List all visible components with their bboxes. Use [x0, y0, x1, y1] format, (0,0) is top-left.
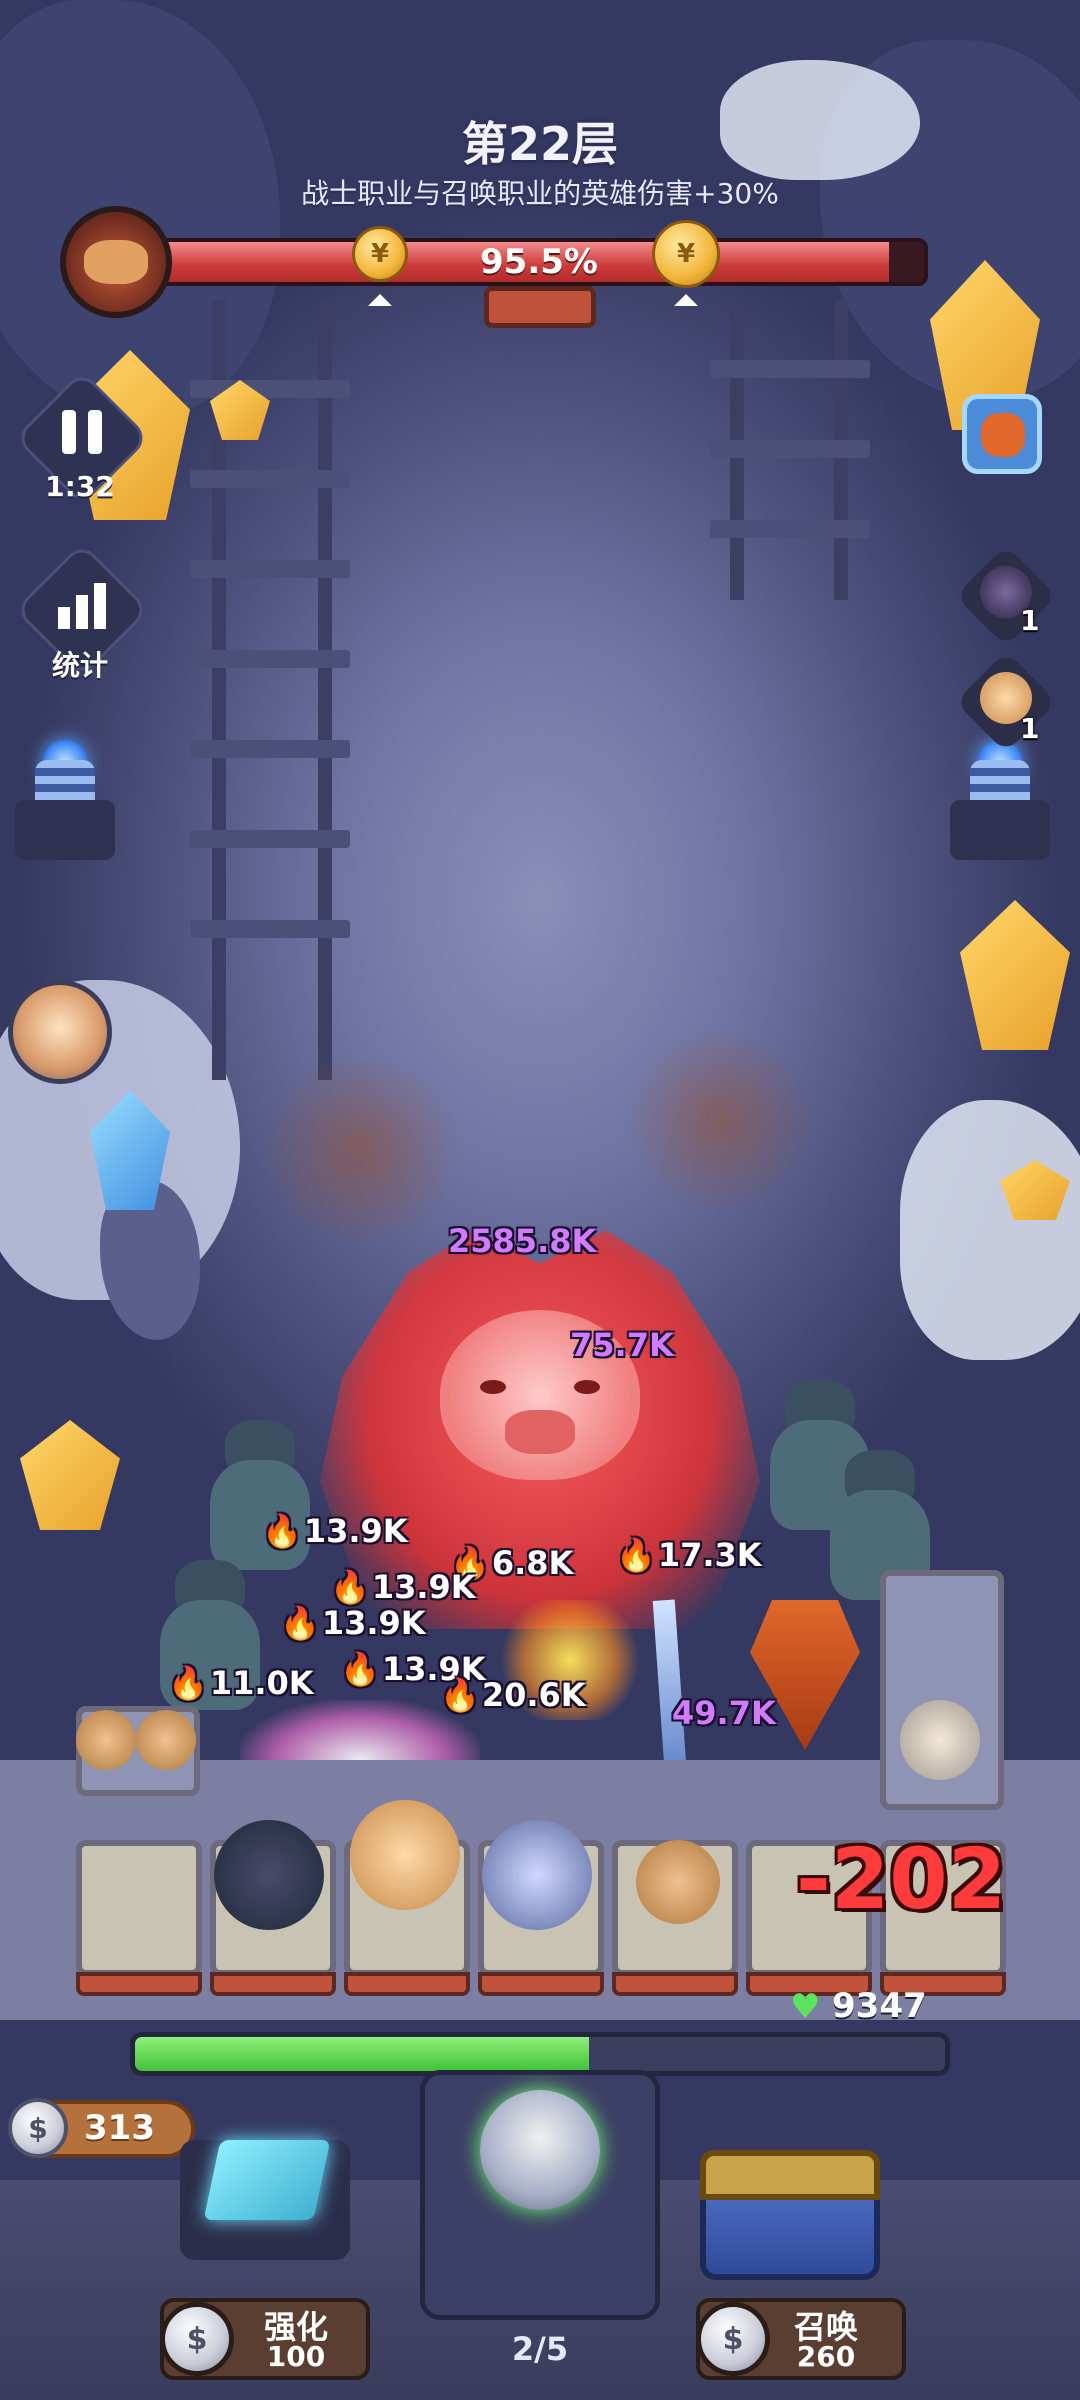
rail-tie — [190, 740, 350, 758]
level-title: 第22层 — [461, 117, 618, 171]
next-boss-icon[interactable] — [962, 394, 1042, 474]
rail-tie — [190, 380, 350, 398]
milestone-marker-icon — [368, 294, 392, 306]
rail-tie — [710, 520, 870, 538]
fire-icon: 🔥 — [262, 1512, 302, 1550]
summon-cost: 260 — [796, 2340, 856, 2373]
fire-icon: 🔥 — [330, 1568, 370, 1606]
gold-crystal — [20, 1420, 120, 1530]
stats-button[interactable] — [34, 558, 130, 654]
damage-number: 🔥13.9K — [280, 1604, 426, 1642]
heart-icon: ♥ — [790, 1987, 821, 2027]
hero-bear — [636, 1840, 720, 1924]
helper-avatar[interactable] — [8, 980, 112, 1084]
rail-tie — [190, 560, 350, 578]
milestone-marker-icon — [674, 294, 698, 306]
reward-coin-icon[interactable]: ¥ — [652, 220, 720, 288]
summon-chest-lid — [700, 2150, 880, 2200]
reward-coin-icon[interactable]: ¥ — [352, 226, 408, 282]
fire-icon: 🔥 — [340, 1650, 380, 1688]
rail-tie — [710, 360, 870, 378]
snow-patch — [900, 1100, 1080, 1360]
pause-icon — [62, 410, 102, 454]
hero-warrior — [350, 1800, 460, 1910]
tesla-tower-right — [945, 740, 1055, 860]
gold-crystal — [960, 900, 1070, 1050]
summoned-hero-preview[interactable] — [480, 2090, 600, 2210]
wave-progress: 2/5 — [511, 2330, 569, 2368]
wall-hp-value: 9347 — [832, 1986, 927, 2026]
battle-timer: 1:32 — [45, 470, 115, 503]
fire-icon: 🔥 — [616, 1536, 656, 1574]
rail-tie — [190, 650, 350, 668]
rail-tie — [710, 440, 870, 458]
enemy-queue-count: 1 — [1020, 712, 1040, 745]
damage-number: 75.7K — [570, 1326, 674, 1364]
damage-number: 🔥20.6K — [440, 1676, 586, 1714]
wall-damage-number: -202 — [796, 1830, 1007, 1928]
silver-coin-icon: $ — [696, 2302, 770, 2376]
fire-icon: 🔥 — [440, 1676, 480, 1714]
rail-tie — [190, 830, 350, 848]
wall-hp-fill — [135, 2037, 589, 2071]
upgrade-cost: 100 — [266, 2340, 326, 2373]
level-buff-text: 战士职业与召唤职业的英雄伤害+30% — [301, 177, 779, 210]
damage-number: 🔥17.3K — [616, 1536, 762, 1574]
hero-white-hair — [900, 1700, 980, 1780]
hero-dark-knight — [214, 1820, 324, 1930]
spell-book-icon[interactable] — [203, 2140, 331, 2220]
boss-bar-clasp — [484, 286, 596, 328]
damage-number: 🔥13.9K — [330, 1568, 476, 1606]
stats-label: 统计 — [51, 649, 108, 682]
boss-portrait-icon[interactable] — [60, 206, 172, 318]
fire-icon: 🔥 — [168, 1664, 208, 1702]
silver-coin-count: 313 — [84, 2108, 155, 2148]
enemy-queue-count: 1 — [1020, 604, 1040, 637]
damage-number: 🔥11.0K — [168, 1664, 314, 1702]
hero-mage — [482, 1820, 592, 1930]
hero-slot[interactable] — [76, 1840, 202, 1996]
hero-bear — [136, 1710, 196, 1770]
pause-button[interactable] — [34, 384, 130, 480]
rail-tie — [190, 470, 350, 488]
silver-coin-icon: $ — [8, 2098, 68, 2158]
smoke — [620, 1030, 820, 1210]
boss-hp-percent: 95.5% — [480, 242, 598, 282]
damage-number: 🔥13.9K — [262, 1512, 408, 1550]
rail-tie — [190, 920, 350, 938]
tesla-tower-left — [10, 740, 120, 860]
boss-hp-bar: 95.5% — [150, 238, 928, 286]
smoke — [250, 1060, 470, 1240]
fire-icon: 🔥 — [280, 1604, 320, 1642]
silver-coin-icon: $ — [160, 2302, 234, 2376]
damage-number: 2585.8K — [448, 1222, 597, 1260]
bar-chart-icon — [58, 583, 106, 629]
hero-bear — [76, 1710, 136, 1770]
damage-number: 49.7K — [672, 1694, 776, 1732]
rail — [318, 300, 332, 1080]
